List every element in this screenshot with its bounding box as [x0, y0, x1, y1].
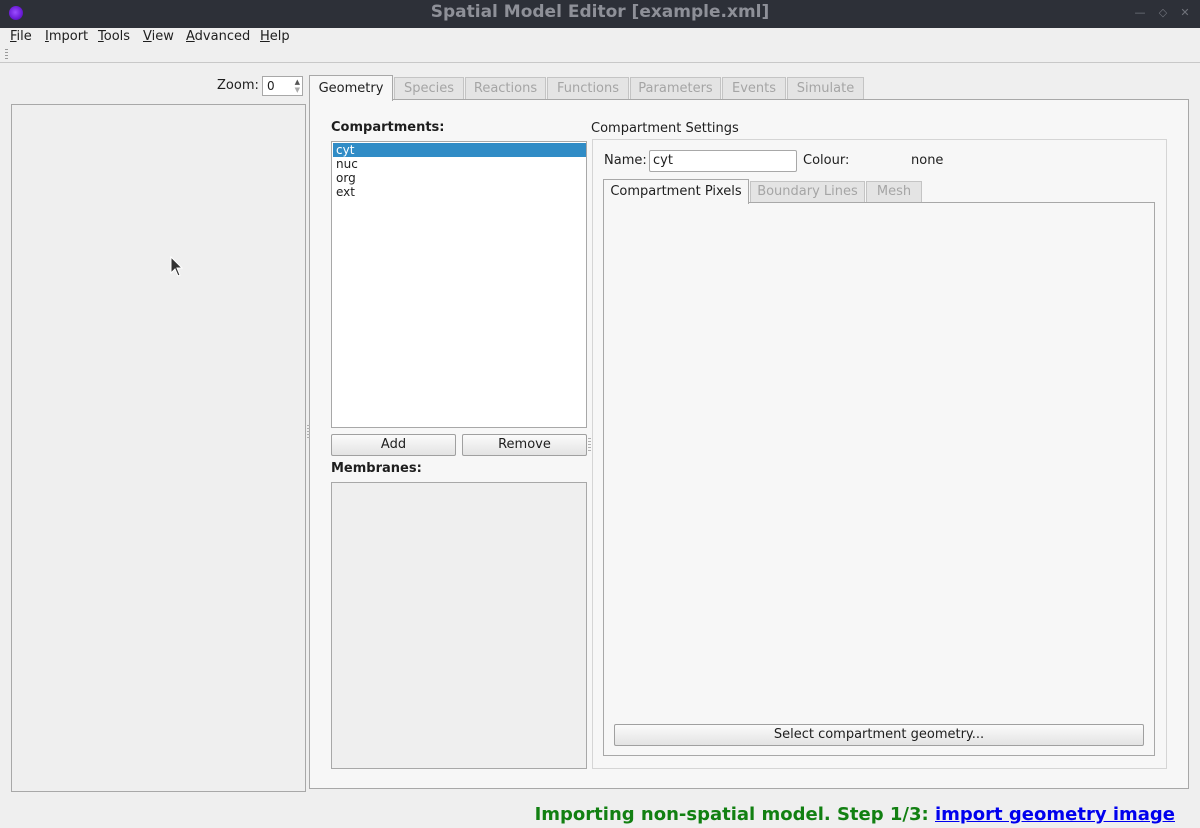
close-icon[interactable]: ✕ [1176, 4, 1194, 22]
compartment-item-ext[interactable]: ext [333, 185, 586, 199]
zoom-spinbox[interactable]: 0 ▲ ▼ [262, 76, 303, 96]
add-compartment-button[interactable]: Add [331, 434, 456, 456]
splitter-handle[interactable] [307, 425, 310, 439]
window-title: Spatial Model Editor [example.xml] [430, 2, 770, 22]
menu-advanced[interactable]: Advanced [186, 29, 250, 45]
menu-import[interactable]: Import [45, 29, 88, 45]
compartment-item-cyt[interactable]: cyt [333, 143, 586, 157]
compartments-list[interactable]: cyt nuc org ext [331, 141, 587, 428]
splitter-handle[interactable] [588, 438, 591, 452]
tab-functions[interactable]: Functions [547, 77, 629, 99]
menu-view[interactable]: View [143, 29, 174, 45]
status-text: Importing non-spatial model. Step 1/3: [534, 804, 935, 825]
name-label: Name: [604, 153, 647, 168]
status-message: Importing non-spatial model. Step 1/3: i… [535, 804, 1175, 825]
zoom-label: Zoom: [217, 78, 259, 93]
tab-reactions[interactable]: Reactions [465, 77, 546, 99]
menu-file[interactable]: File [10, 29, 32, 45]
menu-bar [0, 28, 1200, 46]
membranes-list[interactable] [331, 482, 587, 769]
colour-value: none [911, 153, 944, 168]
subtab-mesh[interactable]: Mesh [866, 181, 922, 202]
subtab-compartment-pixels[interactable]: Compartment Pixels [603, 179, 749, 204]
spin-down-icon[interactable]: ▼ [295, 86, 300, 94]
toolbar-handle[interactable] [5, 49, 8, 59]
compartment-item-nuc[interactable]: nuc [333, 157, 586, 171]
membranes-label: Membranes: [331, 461, 422, 476]
compartments-label: Compartments: [331, 120, 445, 135]
compartment-name-value[interactable]: cyt [653, 153, 673, 168]
compartment-settings-title: Compartment Settings [591, 121, 739, 136]
remove-compartment-button[interactable]: Remove [462, 434, 587, 456]
compartment-name-input[interactable]: cyt [649, 150, 797, 172]
tab-events[interactable]: Events [722, 77, 786, 99]
tab-species[interactable]: Species [394, 77, 464, 99]
subtab-boundary-lines[interactable]: Boundary Lines [750, 181, 865, 202]
geometry-image-view[interactable] [11, 104, 306, 792]
select-compartment-geometry-button[interactable]: Select compartment geometry... [614, 724, 1144, 746]
import-geometry-image-link[interactable]: import geometry image [935, 804, 1175, 825]
mouse-cursor-icon [170, 256, 184, 277]
spin-up-icon[interactable]: ▲ [295, 78, 300, 86]
compartment-pixels-pane [603, 202, 1155, 756]
tab-simulate[interactable]: Simulate [787, 77, 864, 99]
menu-help[interactable]: Help [260, 29, 290, 45]
toolbar [0, 46, 1200, 63]
zoom-value[interactable]: 0 [267, 79, 275, 93]
compartment-item-org[interactable]: org [333, 171, 586, 185]
minimize-icon[interactable]: — [1131, 4, 1149, 22]
tab-parameters[interactable]: Parameters [630, 77, 721, 99]
menu-tools[interactable]: Tools [98, 29, 130, 45]
colour-label: Colour: [803, 153, 850, 168]
maximize-icon[interactable]: ◇ [1154, 4, 1172, 22]
tab-geometry[interactable]: Geometry [309, 75, 393, 101]
